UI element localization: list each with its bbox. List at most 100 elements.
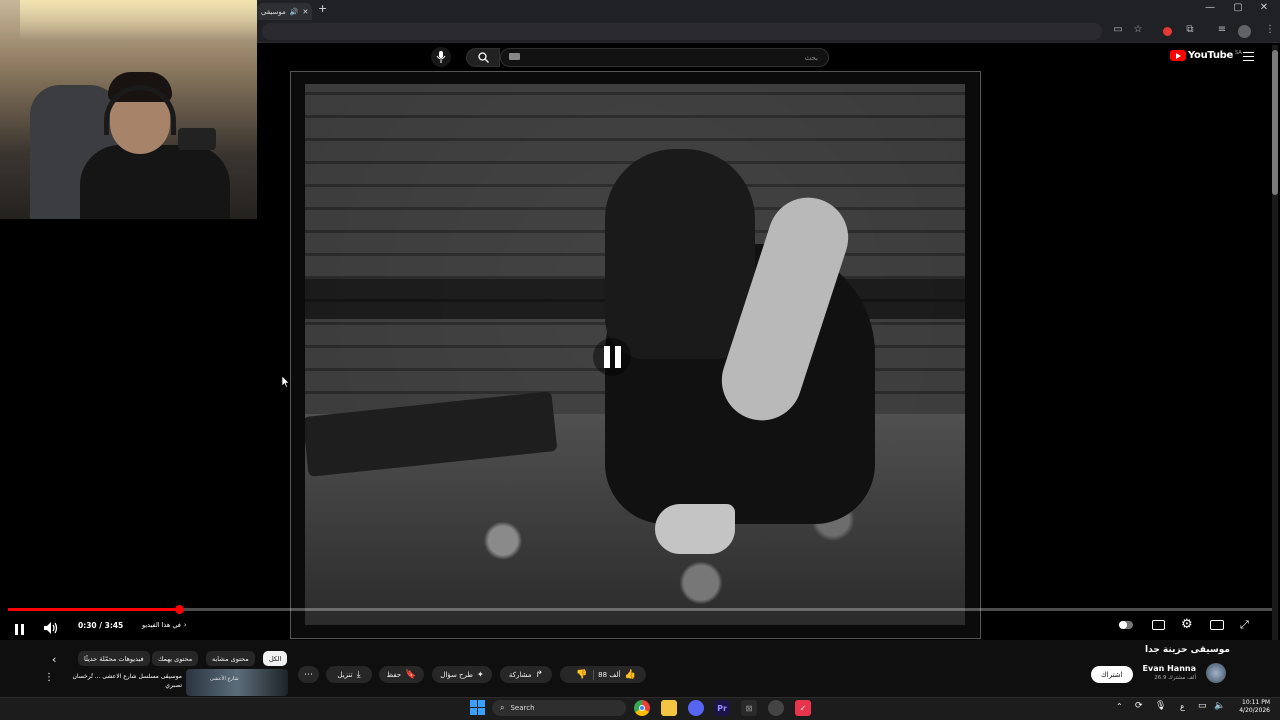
obs-taskbar-icon[interactable] <box>768 700 784 716</box>
search-button[interactable] <box>466 48 500 67</box>
recommendation-menu-icon[interactable]: ⋮ <box>44 673 54 683</box>
volume-icon <box>44 622 58 634</box>
channel-avatar[interactable] <box>1206 663 1226 683</box>
recommendation-thumb-text: شارع الأعشى <box>210 676 239 682</box>
youtube-logo[interactable]: YouTube SA <box>1170 50 1242 61</box>
taskbar-search[interactable]: ⌕ Search <box>492 700 626 716</box>
download-icon: ⤓ <box>356 669 361 680</box>
chips-left-arrow-icon[interactable]: ‹ <box>52 654 56 665</box>
recommendation-title-line2: تصبري <box>165 682 182 689</box>
dislike-icon[interactable]: 👎 <box>570 669 595 680</box>
profile-avatar[interactable] <box>1238 25 1251 38</box>
ask-button[interactable]: طرح سؤال ✦ <box>432 666 492 683</box>
extensions-icon[interactable]: ⧉ <box>1182 24 1198 35</box>
tray-chevron-icon[interactable]: ⌃ <box>1116 702 1123 711</box>
search-icon <box>477 52 489 63</box>
page-scrollbar[interactable] <box>1272 45 1278 695</box>
app-taskbar-icon[interactable]: ✓ <box>795 700 811 716</box>
chip-all[interactable]: الكل <box>263 651 288 666</box>
download-label: تنزيل <box>337 670 353 679</box>
chrome-taskbar-icon[interactable] <box>634 700 650 716</box>
save-button[interactable]: حفظ 🔖 <box>379 666 424 683</box>
windows-start-icon[interactable] <box>470 700 485 715</box>
webcam-ceiling-light <box>20 0 257 40</box>
chevron-right-icon: › <box>183 621 187 629</box>
sparkle-icon: ✦ <box>477 670 484 679</box>
tray-monitor-icon[interactable]: ▭ <box>1198 701 1207 711</box>
share-button[interactable]: مشاركة ↱ <box>500 666 552 683</box>
taskbar-clock[interactable]: 10:11 PM 4/20/2026 <box>1230 699 1270 715</box>
tray-language[interactable]: ع <box>1180 702 1185 711</box>
settings-gear-icon[interactable]: ⚙ <box>1181 618 1193 631</box>
search-placeholder: بحث <box>804 53 818 62</box>
chip-related[interactable]: محتوى مشابه <box>206 651 255 666</box>
chapter-button[interactable]: في هذا الفيديو › <box>142 621 187 629</box>
share-icon: ↱ <box>535 669 544 680</box>
voice-search-button[interactable] <box>431 47 451 67</box>
tray-mic-icon[interactable]: 🎙 <box>1155 701 1166 711</box>
region-code: SA <box>1235 49 1242 56</box>
scrollbar-thumb[interactable] <box>1272 50 1278 195</box>
progress-bar[interactable] <box>8 605 1272 614</box>
progress-bar-played <box>8 608 179 611</box>
mute-button[interactable] <box>44 619 58 638</box>
cast-icon[interactable]: ▭ <box>1110 24 1126 35</box>
record-extension-icon[interactable] <box>1163 27 1172 36</box>
youtube-logo-text: YouTube <box>1188 50 1233 61</box>
theater-mode-icon[interactable] <box>1210 620 1224 630</box>
minimize-button[interactable]: — <box>1202 2 1218 13</box>
browser-tab[interactable]: موسيقى 🔊 ✕ <box>257 3 312 20</box>
maximize-button[interactable]: ▢ <box>1230 2 1246 13</box>
like-count: 88 ألف <box>598 670 621 679</box>
browser-menu-icon[interactable]: ⋮ <box>1262 24 1278 35</box>
tray-network-icon[interactable]: ⟳ <box>1135 701 1143 711</box>
tab-close-icon[interactable]: ✕ <box>302 8 308 16</box>
subtitles-icon[interactable] <box>1152 620 1165 630</box>
webcam-microphone <box>178 128 216 150</box>
pause-icon <box>15 624 24 635</box>
capcut-taskbar-icon[interactable]: ⊠ <box>741 700 757 716</box>
taskbar-search-label: Search <box>510 704 535 712</box>
video-figure-hair <box>605 149 755 359</box>
new-tab-button[interactable]: + <box>318 2 327 15</box>
keyboard-icon[interactable] <box>509 53 520 60</box>
chip-recently-uploaded[interactable]: فيديوهات محمّلة حديثًا <box>78 651 150 666</box>
chip-for-you[interactable]: محتوى يهمك <box>152 651 199 666</box>
file-explorer-taskbar-icon[interactable] <box>661 700 677 716</box>
play-button[interactable] <box>14 620 25 635</box>
progress-scrubber[interactable] <box>175 605 184 614</box>
fullscreen-icon[interactable]: ⤢ <box>1240 619 1249 630</box>
video-figure-foot <box>655 504 735 554</box>
save-label: حفظ <box>386 670 402 679</box>
bookmark-star-icon[interactable]: ☆ <box>1130 24 1146 35</box>
download-button[interactable]: تنزيل ⤓ <box>326 666 372 683</box>
tab-title: موسيقى <box>261 7 286 16</box>
video-frame-image[interactable] <box>305 84 965 625</box>
chapter-label: في هذا الفيديو <box>142 621 181 629</box>
profile-icon[interactable]: ≡ <box>1214 24 1230 35</box>
address-field[interactable] <box>262 23 1102 40</box>
pause-overlay-icon[interactable] <box>593 338 631 376</box>
mouse-cursor-icon <box>281 372 290 391</box>
discord-taskbar-icon[interactable] <box>688 700 704 716</box>
more-horizontal-icon: ⋯ <box>304 669 313 680</box>
autoplay-toggle[interactable] <box>1119 621 1133 629</box>
more-actions-button[interactable]: ⋯ <box>298 666 319 683</box>
hamburger-menu-icon[interactable] <box>1243 52 1254 61</box>
taskbar-time: 10:11 PM <box>1242 699 1270 706</box>
share-label: مشاركة <box>508 670 532 679</box>
tray-volume-icon[interactable]: 🔈 <box>1214 701 1225 711</box>
premiere-taskbar-icon[interactable]: Pr <box>714 700 730 716</box>
youtube-play-icon <box>1170 50 1186 61</box>
recommendation-thumbnail[interactable]: شارع الأعشى <box>186 669 288 696</box>
speaker-icon: 🔊 <box>289 7 299 16</box>
webcam-person-body <box>80 145 230 219</box>
microphone-icon <box>436 51 446 63</box>
close-button[interactable]: ✕ <box>1256 2 1272 13</box>
subscribe-button[interactable]: اشتراك <box>1091 666 1133 683</box>
like-dislike-group[interactable]: 👎 88 ألف 👍 <box>560 666 646 683</box>
webcam-overlay <box>0 0 257 219</box>
recommendation-title[interactable]: موسيقى مسلسل شارع الاعشى ... تُرخسان تصب… <box>60 672 182 690</box>
like-icon[interactable]: 👍 <box>625 670 636 680</box>
search-input[interactable]: بحث <box>500 48 829 67</box>
